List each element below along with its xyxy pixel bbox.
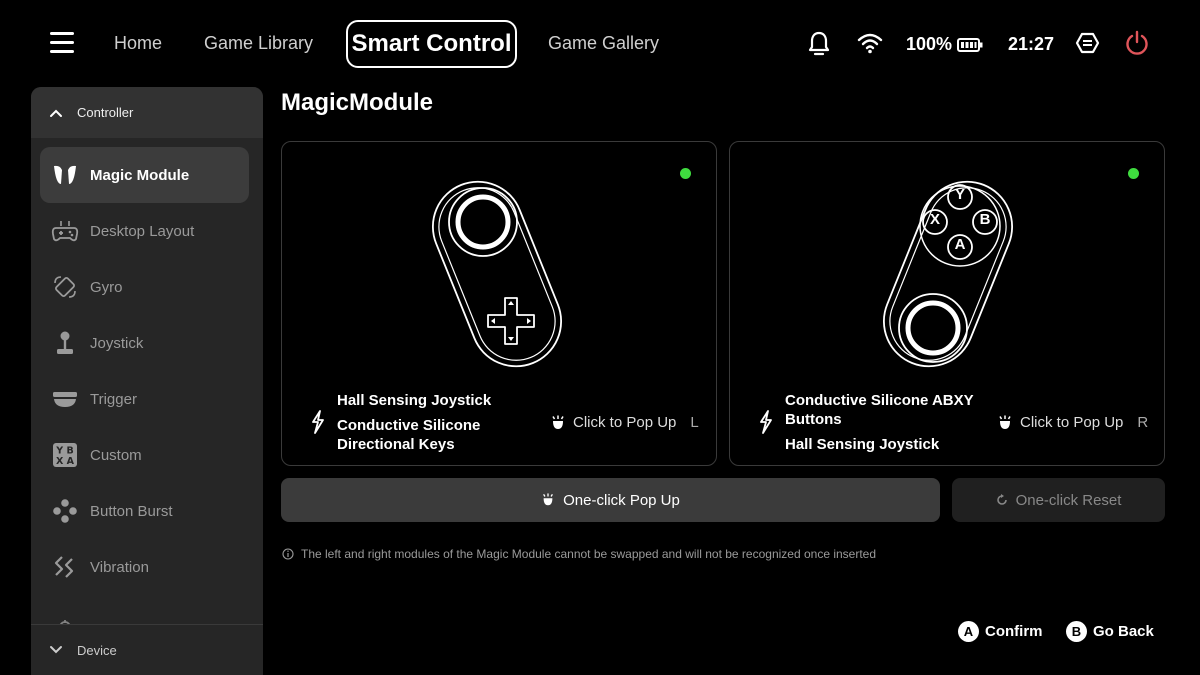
gyro-icon	[51, 273, 79, 301]
sidebar-item-label: Custom	[90, 446, 142, 464]
sidebar-section-controller[interactable]: Controller	[31, 87, 263, 138]
sidebar-item-label: Desktop Layout	[90, 222, 195, 240]
confirm-hint[interactable]: A Confirm	[958, 621, 1043, 642]
lightning-icon	[760, 410, 772, 434]
info-note: The left and right modules of the Magic …	[282, 547, 876, 561]
left-controller-illustration	[432, 180, 562, 368]
sidebar-section-label: Device	[77, 642, 117, 658]
side-indicator: R	[1137, 414, 1149, 431]
left-module-card[interactable]: Hall Sensing Joystick Conductive Silicon…	[281, 141, 717, 466]
svg-text:X A: X A	[56, 456, 75, 467]
menu-icon[interactable]	[50, 32, 74, 54]
bell-icon[interactable]	[808, 30, 830, 56]
page-title: MagicModule	[281, 89, 434, 116]
sidebar-item-label: Joystick	[90, 334, 144, 352]
popup-icon	[552, 415, 564, 429]
hexagon-settings-icon[interactable]	[1075, 32, 1100, 54]
wifi-icon[interactable]	[857, 32, 883, 54]
sidebar-item-button-burst[interactable]: Button Burst	[40, 483, 249, 539]
side-indicator: L	[690, 414, 699, 431]
note-text: The left and right modules of the Magic …	[301, 547, 877, 561]
magic-module-icon	[51, 161, 79, 189]
popup-label: Click to Pop Up	[1020, 414, 1124, 431]
joystick-icon	[51, 329, 79, 357]
right-module-card[interactable]: Y X B A Conductive Silicone ABXY Buttons…	[729, 141, 1165, 466]
sidebar-item-gyro[interactable]: Gyro	[40, 259, 249, 315]
sidebar-item-joystick[interactable]: Joystick	[40, 315, 249, 371]
click-to-pop-up[interactable]: Click to Pop Up R	[997, 414, 1148, 431]
b-key-icon: B	[1066, 621, 1087, 642]
click-to-pop-up[interactable]: Click to Pop Up L	[550, 414, 699, 431]
sidebar-list[interactable]: Magic Module Desktop Layout Gyro Joystic…	[31, 138, 263, 624]
sidebar-item-trigger[interactable]: Trigger	[40, 371, 249, 427]
a-key-icon: A	[958, 621, 979, 642]
battery-icon	[957, 37, 983, 52]
button-label: One-click Reset	[1015, 491, 1122, 509]
feature-label: Hall Sensing Joystick	[337, 392, 492, 409]
feature-label: Hall Sensing Joystick	[785, 436, 940, 453]
button-label: One-click Pop Up	[563, 491, 680, 509]
sidebar-item-partial[interactable]	[40, 604, 249, 624]
nav-game-gallery[interactable]: Game Gallery	[548, 33, 659, 54]
sidebar-section-device[interactable]: Device	[31, 624, 263, 675]
nav-game-library[interactable]: Game Library	[204, 33, 313, 54]
chevron-up-icon	[50, 109, 62, 117]
sidebar-item-custom[interactable]: Y BX A Custom	[40, 427, 249, 483]
lightning-icon	[312, 410, 324, 434]
feature-label: Conductive Silicone ABXY Buttons	[785, 392, 974, 428]
custom-icon: Y BX A	[51, 441, 79, 469]
clock-time: 21:27	[1008, 34, 1055, 54]
popup-icon	[999, 415, 1011, 429]
gamepad-icon	[51, 217, 79, 245]
sidebar-item-label: Magic Module	[90, 166, 190, 184]
sidebar-section-label: Controller	[77, 105, 134, 120]
chevron-down-icon	[50, 646, 62, 654]
vibration-icon	[51, 553, 79, 581]
sidebar-item-label: Vibration	[90, 558, 149, 576]
hint-label: Go Back	[1093, 623, 1154, 640]
button-burst-icon	[51, 497, 79, 525]
sidebar-item-label: Button Burst	[90, 502, 173, 520]
nav-smart-control[interactable]: Smart Control	[346, 20, 517, 68]
popup-label: Click to Pop Up	[573, 414, 677, 431]
connected-status-dot	[1128, 168, 1139, 179]
go-back-hint[interactable]: B Go Back	[1066, 621, 1154, 642]
feature-label: Conductive Silicone Directional Keys	[337, 417, 481, 453]
top-bar: Home Game Library Smart Control Game Gal…	[0, 0, 1200, 88]
y-button-label: Y	[954, 186, 965, 203]
power-icon[interactable]	[1124, 30, 1150, 56]
reset-icon	[996, 494, 1007, 505]
one-click-pop-up-button[interactable]: One-click Pop Up	[281, 478, 940, 522]
sidebar: Controller Magic Module Desktop Layout G…	[31, 87, 263, 675]
trigger-icon	[51, 385, 79, 413]
sidebar-item-desktop-layout[interactable]: Desktop Layout	[40, 203, 249, 259]
info-icon	[282, 548, 294, 560]
x-button-label: X	[929, 211, 940, 228]
one-click-reset-button[interactable]: One-click Reset	[952, 478, 1165, 522]
sidebar-item-vibration[interactable]: Vibration	[40, 539, 249, 595]
svg-text:Y B: Y B	[55, 446, 73, 457]
sidebar-item-label: Gyro	[90, 278, 123, 296]
sidebar-item-magic-module[interactable]: Magic Module	[40, 147, 249, 203]
battery-percent: 100%	[906, 34, 953, 54]
clock: 21:27	[1008, 34, 1054, 55]
connected-status-dot	[680, 168, 691, 179]
hint-label: Confirm	[985, 623, 1043, 640]
battery-status: 100%	[906, 34, 983, 55]
a-button-label: A	[954, 236, 966, 253]
b-button-label: B	[979, 211, 991, 228]
popup-icon	[543, 493, 554, 506]
sidebar-item-label: Trigger	[90, 390, 137, 408]
nav-home[interactable]: Home	[114, 33, 162, 54]
